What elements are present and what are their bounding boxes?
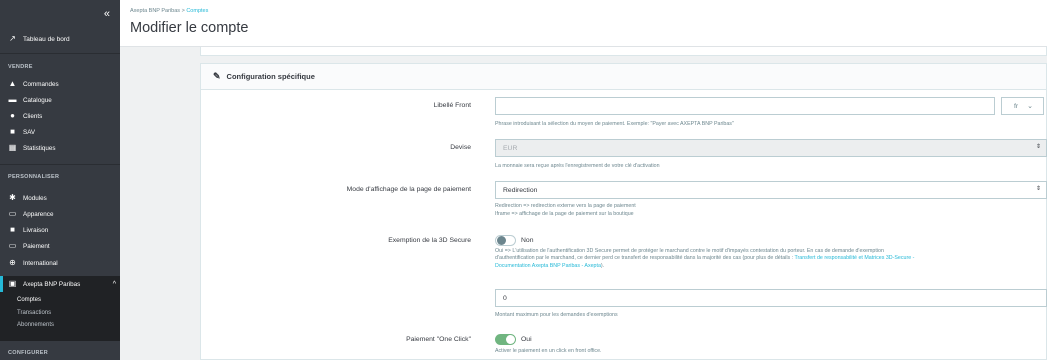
sidebar-section-title: PERSONNALISER — [8, 174, 60, 180]
mode-help-1: Redirection => redirection externe vers … — [495, 203, 636, 209]
language-value: fr — [1014, 102, 1019, 110]
toggle-knob — [497, 236, 506, 245]
language-select[interactable]: fr ⌄ — [1001, 97, 1044, 115]
exemption-help-line3: Documentation Axepta BNP Paribas - Axept… — [495, 263, 1045, 270]
page-title: Modifier le compte — [130, 20, 249, 36]
sidebar-item-shipping[interactable]: ■ Livraison — [8, 226, 48, 234]
sidebar-item-orders[interactable]: ▲ Commandes — [8, 80, 59, 88]
previous-card — [200, 47, 1047, 56]
puzzle-icon: ✱ — [9, 193, 16, 202]
sidebar-section-title: CONFIGURER — [8, 350, 48, 356]
sidebar-item-stats[interactable]: ▦ Statistiques — [8, 144, 56, 152]
sidebar-divider — [0, 164, 120, 165]
sidebar-item-label: International — [23, 259, 58, 267]
chart-icon: ▦ — [8, 143, 17, 152]
sidebar-item-label: Commandes — [23, 80, 59, 88]
devise-select: EUR ⇕ — [495, 139, 1047, 157]
exemption-help: Oui => L'utilisation de l'authentificati… — [495, 248, 1045, 270]
select-arrows-icon: ⇕ — [1035, 144, 1041, 150]
config-card: ✎ Configuration spécifique Libellé Front… — [200, 63, 1047, 360]
breadcrumb-root[interactable]: Axepta BNP Paribas — [130, 8, 180, 14]
oneclick-label: Paiement "One Click" — [406, 336, 471, 343]
mode-select[interactable]: Redirection ⇕ — [495, 181, 1047, 199]
toggle-state: Oui — [521, 336, 532, 343]
axepta-doc-link[interactable]: Documentation Axepta BNP Paribas - Axept… — [495, 263, 601, 269]
oneclick-help: Activer le paiement en un click en front… — [495, 348, 602, 354]
sidebar-item-customers[interactable]: ● Clients — [8, 112, 42, 120]
sidebar-item-label: Axepta BNP Paribas — [23, 280, 81, 288]
montant-help: Montant maximum pour les demandes d'exem… — [495, 312, 618, 318]
sidebar-item-label: Statistiques — [23, 144, 56, 152]
sidebar-item-label: Clients — [23, 112, 43, 120]
exemption-help-line2: d'authentification par le marchand, ce d… — [495, 255, 1045, 262]
sidebar-item-sav[interactable]: ■ SAV — [8, 128, 35, 136]
exemption-toggle[interactable]: Non — [495, 235, 533, 246]
oneclick-toggle[interactable]: Oui — [495, 334, 532, 345]
exemption-help-text2: d'authentification par le marchand, ce d… — [495, 255, 795, 262]
libelle-input[interactable] — [495, 97, 995, 115]
desktop-icon: ▭ — [8, 209, 17, 218]
toggle-track — [495, 235, 516, 246]
chevron-down-icon: ⌄ — [1027, 103, 1033, 110]
trending-up-icon: ↗ — [9, 34, 16, 43]
sidebar-item-label: SAV — [23, 128, 36, 136]
devise-help: La monnaie sera reçue après l'enregistre… — [495, 163, 660, 169]
devise-label: Devise — [450, 144, 471, 151]
sidebar-item-label: Tableau de bord — [23, 35, 70, 43]
sidebar-item-label: Modules — [23, 194, 47, 202]
sidebar-item-label: Catalogue — [23, 96, 52, 104]
chevron-up-icon: ^ — [112, 280, 116, 288]
sidebar-subitem-transactions[interactable]: Transactions — [17, 310, 51, 316]
toggle-state: Non — [521, 237, 534, 244]
store-icon: ▬ — [8, 95, 17, 104]
sidebar-item-axepta[interactable]: ▣ Axepta BNP Paribas ^ — [8, 280, 116, 288]
sidebar-item-catalog[interactable]: ▬ Catalogue — [8, 96, 52, 104]
sidebar-item-label: Apparence — [23, 210, 54, 218]
sidebar-subitem-comptes[interactable]: Comptes — [17, 297, 41, 303]
mode-value: Redirection — [503, 186, 538, 194]
sidebar-item-modules[interactable]: ✱ Modules — [8, 194, 47, 202]
breadcrumb: Axepta BNP Paribas > Comptes — [130, 8, 208, 14]
sidebar: « ↗ Tableau de bord VENDRE ▲ Commandes ▬ C… — [0, 0, 120, 360]
mode-label: Mode d'affichage de la page de paiement — [346, 186, 471, 193]
exemption-help-line1: Oui => L'utilisation de l'authentificati… — [495, 248, 884, 254]
sidebar-section-title: VENDRE — [8, 64, 33, 70]
chat-icon: ■ — [10, 127, 15, 136]
sidebar-active-indicator — [0, 276, 3, 292]
sidebar-item-payment[interactable]: ▭ Paiement — [8, 242, 50, 250]
sidebar-item-label: Paiement — [23, 242, 50, 250]
devise-value: EUR — [503, 144, 518, 152]
libelle-label: Libellé Front — [433, 102, 471, 109]
sidebar-item-label: Livraison — [23, 226, 49, 234]
exemption-label: Exemption de la 3D Secure — [388, 237, 471, 244]
account-circle-icon: ● — [10, 111, 15, 120]
pencil-icon: ✎ — [213, 71, 221, 81]
sidebar-item-international[interactable]: ⊕ International — [8, 259, 58, 267]
sidebar-item-dashboard[interactable]: ↗ Tableau de bord — [8, 34, 70, 43]
card-header: ✎ Configuration spécifique — [201, 64, 1046, 90]
libelle-help: Phrase introduisant la sélection du moye… — [495, 121, 734, 127]
globe-icon: ⊕ — [9, 258, 16, 267]
transfer-doc-link[interactable]: Transfert de responsabilité et Matrices … — [794, 255, 914, 261]
select-arrows-icon: ⇕ — [1035, 186, 1041, 192]
breadcrumb-current[interactable]: Comptes — [186, 8, 208, 14]
credit-card-icon: ▭ — [8, 241, 17, 250]
truck-icon: ■ — [10, 225, 15, 234]
collapse-sidebar-button[interactable]: « — [104, 8, 110, 20]
toggle-knob — [506, 335, 515, 344]
breadcrumb-separator: > — [181, 8, 185, 14]
shopping-basket-icon: ▲ — [8, 79, 17, 88]
montant-input[interactable]: 0 — [495, 289, 1047, 307]
sidebar-subitem-abonnements[interactable]: Abonnements — [17, 322, 54, 328]
module-icon: ▣ — [8, 279, 17, 288]
toggle-track — [495, 334, 516, 345]
sidebar-divider — [0, 53, 120, 54]
mode-help-2: Iframe => affichage de la page de paieme… — [495, 211, 634, 217]
exemption-help-end: ). — [600, 262, 605, 269]
sidebar-item-appearance[interactable]: ▭ Apparence — [8, 209, 54, 218]
card-title: Configuration spécifique — [226, 72, 315, 81]
